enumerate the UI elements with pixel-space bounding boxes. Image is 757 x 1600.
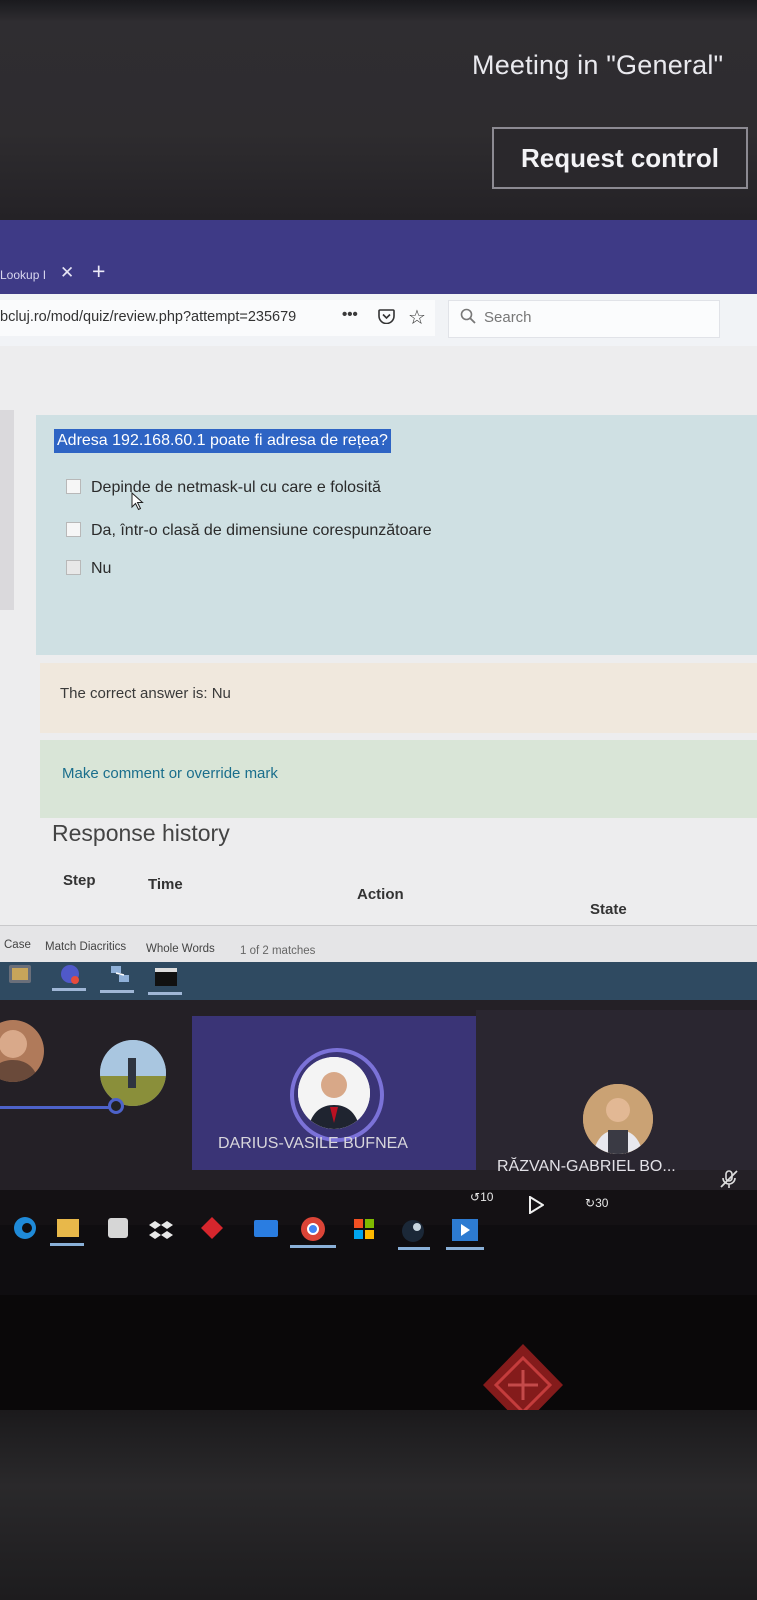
answer-option: Da, într-o clasă de dimensiune corespunz…	[66, 522, 432, 540]
network-app-icon[interactable]	[108, 963, 132, 985]
participant-name: RĂZVAN-GABRIEL BO...	[497, 1158, 676, 1175]
column-header-step: Step	[63, 872, 96, 889]
host-taskbar-icons[interactable]	[10, 1213, 490, 1263]
option-checkbox	[66, 522, 81, 538]
column-header-state: State	[590, 901, 627, 918]
match-case-option[interactable]: Case	[4, 939, 31, 951]
column-header-action: Action	[357, 886, 404, 903]
mouse-cursor-icon	[131, 492, 144, 511]
option-checkbox-checked	[66, 560, 81, 576]
answer-option: Depinde de netmask-ul cu care e folosită	[66, 479, 381, 497]
response-history-heading: Response history	[52, 820, 230, 846]
progress-knob[interactable]	[108, 1098, 124, 1114]
app-icon[interactable]	[8, 963, 32, 985]
meeting-title: Meeting in "General"	[472, 50, 724, 80]
search-placeholder[interactable]: Search	[484, 309, 532, 326]
option-label: Nu	[91, 560, 112, 577]
comment-override-link[interactable]: Make comment or override mark	[62, 765, 278, 782]
progress-track	[0, 1106, 120, 1109]
avatar[interactable]	[100, 1040, 166, 1106]
address-text[interactable]: bcluj.ro/mod/quiz/review.php?attempt=235…	[0, 309, 296, 325]
mic-off-icon	[720, 1170, 738, 1188]
laptop-keyboard-deck	[0, 1410, 757, 1600]
match-diacritics-option[interactable]: Match Diacritics	[45, 941, 126, 953]
option-checkbox	[66, 479, 81, 495]
bookmark-star-icon[interactable]: ☆	[408, 305, 426, 330]
whole-words-option[interactable]: Whole Words	[146, 943, 215, 955]
column-header-time: Time	[148, 876, 183, 893]
active-indicator	[148, 992, 182, 995]
question-text: Adresa 192.168.60.1 poate fi adresa de r…	[54, 429, 391, 453]
pocket-icon[interactable]	[378, 309, 395, 324]
browser-tab-bar	[0, 220, 757, 294]
avatar[interactable]	[583, 1084, 653, 1154]
rewind-label: 10	[480, 1190, 494, 1204]
option-label: Da, într-o clasă de dimensiune corespunz…	[91, 522, 432, 539]
correct-answer-text: The correct answer is: Nu	[60, 685, 231, 702]
new-tab-icon[interactable]: +	[92, 258, 105, 285]
play-icon[interactable]	[528, 1196, 544, 1214]
teams-app-icon[interactable]	[58, 963, 82, 985]
rewind-10-icon[interactable]: ↺10	[470, 1190, 493, 1204]
quiz-navigation-edge	[0, 410, 14, 610]
forward-30-icon[interactable]: ↻30	[585, 1196, 608, 1210]
close-icon[interactable]: ✕	[60, 263, 74, 283]
request-control-button[interactable]: Request control	[492, 127, 748, 189]
active-indicator	[52, 988, 86, 991]
terminal-app-icon[interactable]	[154, 966, 178, 988]
search-icon	[460, 308, 476, 324]
active-indicator	[100, 990, 134, 993]
find-match-count: 1 of 2 matches	[240, 945, 316, 957]
forward-label: 30	[595, 1196, 609, 1210]
answer-option: Nu	[66, 560, 111, 578]
participant-name: DARIUS-VASILE BUFNEA	[218, 1135, 408, 1152]
page-actions-icon[interactable]: •••	[342, 306, 358, 323]
browser-tab-title[interactable]: Lookup I	[0, 268, 46, 282]
avatar[interactable]	[298, 1057, 370, 1129]
